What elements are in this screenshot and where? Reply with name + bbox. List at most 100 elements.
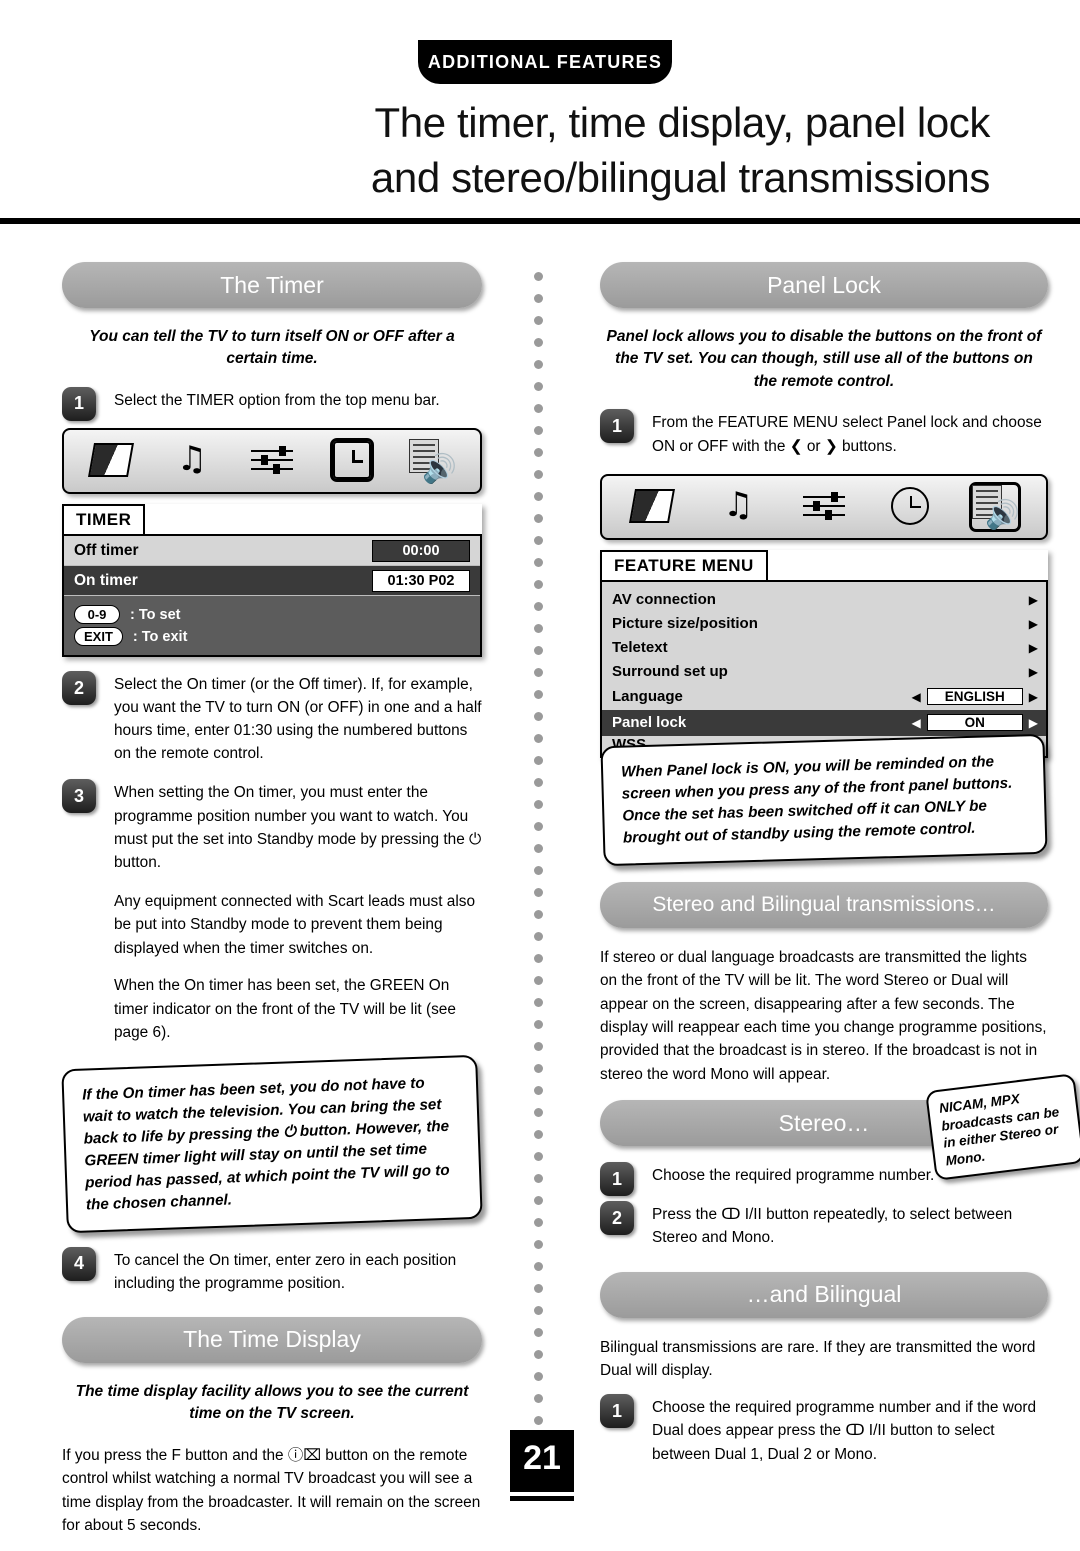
osd-row-off-timer[interactable]: Off timer 00:00 [64, 536, 480, 567]
panel-lock-callout-text: When Panel lock is ON, you will be remin… [620, 752, 1013, 847]
menu-item-label: Teletext [612, 639, 668, 657]
section-header-label: Panel Lock [767, 271, 881, 298]
menu-item-panel-lock[interactable]: Panel lock ◀ ON ▶ [602, 709, 1046, 736]
chevron-right-icon[interactable]: ▶ [1029, 690, 1038, 704]
osd-feature-menu: FEATURE MENU AV connection ▶ Picture siz… [600, 549, 1048, 758]
step-number: 1 [600, 1162, 634, 1197]
step-text: Press the ↀ I/II button repeatedly, to s… [652, 1206, 1013, 1247]
menu-item-label: Language [612, 688, 683, 706]
section-header-label: …and Bilingual [746, 1281, 902, 1308]
timer-paragraph-scart: Any equipment connected with Scart leads… [114, 892, 476, 957]
step-text: Select the TIMER option from the top men… [114, 391, 440, 409]
timer-callout: If the On timer has been set, you do not… [61, 1055, 483, 1234]
timer-step-2: 2 Select the On timer (or the Off timer)… [62, 671, 482, 765]
key-0-9: 0-9 [74, 605, 120, 625]
stereo-body: If stereo or dual language broadcasts ar… [600, 948, 1047, 1083]
bilingual-step-1: 1 Choose the required programme number a… [600, 1394, 1048, 1465]
osd-hint-text: : To set [130, 606, 181, 623]
right-column: Panel Lock Panel lock allows you to disa… [600, 262, 1048, 1482]
clock-icon [329, 438, 375, 483]
menu-item-label: AV connection [612, 591, 716, 609]
page-title-line2: and stereo/bilingual transmissions [370, 154, 990, 202]
section-header-time-display: The Time Display [62, 1316, 482, 1363]
timer-paragraph-green-indicator: When the On timer has been set, the GREE… [114, 977, 456, 1041]
sliders-icon [249, 439, 295, 483]
sliders-icon [801, 485, 847, 529]
timer-intro: You can tell the TV to turn itself ON or… [66, 326, 478, 371]
panel-lock-step-1: 1 From the FEATURE MENU select Panel loc… [600, 409, 1048, 457]
step-text: Choose the required programme number and… [652, 1399, 1037, 1463]
nicam-note-bubble: NICAM, MPX broadcasts can be in either S… [925, 1073, 1080, 1181]
step-text: When setting the On timer, you must ente… [114, 784, 482, 871]
section-header-bilingual: …and Bilingual [600, 1271, 1048, 1318]
section-tab-additional-features: ADDITIONAL FEATURES [418, 40, 672, 84]
section-header-label: Stereo and Bilingual transmissions… [652, 892, 996, 916]
page-number-rule [510, 1496, 574, 1501]
menu-item-language[interactable]: Language ◀ ENGLISH ▶ [602, 684, 1046, 710]
menu-item-av-connection[interactable]: AV connection ▶ [602, 588, 1046, 612]
menu-item-value: ON [926, 714, 1023, 732]
menu-item-label: Surround set up [612, 663, 728, 681]
feature-menu-icon: 🔊 [969, 481, 1022, 532]
time-display-body: If you press the F button and the ⓘ⌧ but… [62, 1446, 481, 1534]
bilingual-body: Bilingual transmissions are rare. If the… [600, 1338, 1036, 1379]
time-display-intro: The time display facility allows you to … [75, 1382, 469, 1423]
section-header-stereo-bilingual: Stereo and Bilingual transmissions… [600, 881, 1048, 928]
section-header-the-timer: The Timer [62, 262, 482, 308]
osd-row-on-timer[interactable]: On timer 01:30 P02 [64, 566, 480, 597]
osd-title: FEATURE MENU [600, 549, 768, 582]
step-number: 1 [600, 409, 634, 444]
page-number: 21 [510, 1430, 574, 1492]
timer-step-4: 4 To cancel the On timer, enter zero in … [62, 1246, 482, 1295]
osd-hint-text: : To exit [132, 628, 188, 645]
step-text: To cancel the On timer, enter zero in ea… [114, 1251, 457, 1292]
chevron-right-icon: ▶ [1028, 664, 1038, 679]
chevron-right-icon[interactable]: ▶ [1029, 716, 1038, 730]
menu-item-surround-set-up[interactable]: Surround set up ▶ [602, 660, 1046, 684]
section-header-label: The Time Display [183, 1326, 361, 1353]
chevron-left-icon[interactable]: ◀ [912, 716, 921, 730]
osd-hint-set: 0-9 : To set [74, 605, 470, 625]
menu-item-label: Panel lock [612, 714, 687, 732]
osd-body: Off timer 00:00 On timer 01:30 P02 0-9 :… [62, 534, 482, 658]
timer-step-3: 3 When setting the On timer, you must en… [62, 779, 482, 873]
section-header-panel-lock: Panel Lock [600, 262, 1048, 308]
sound-note-icon: ♫ [176, 439, 208, 480]
chevron-right-icon: ▶ [1028, 616, 1038, 631]
clock-icon [887, 485, 933, 529]
column-divider-dots [532, 272, 546, 1472]
timer-callout-text: If the On timer has been set, you do not… [81, 1075, 450, 1215]
page-title: The timer, time display, panel lock and … [100, 95, 990, 206]
osd-hint-exit: EXIT : To exit [74, 627, 470, 647]
page-title-line1: The timer, time display, panel lock [374, 99, 991, 146]
step-number: 2 [600, 1201, 634, 1236]
header-rule [0, 218, 1080, 224]
section-header-label: The Timer [220, 271, 324, 298]
menu-item-teletext[interactable]: Teletext ▶ [602, 636, 1046, 660]
step-number: 4 [62, 1246, 96, 1281]
panel-lock-intro: Panel lock allows you to disable the but… [606, 328, 1042, 390]
osd-row-label: Off timer [74, 541, 139, 559]
osd-row-value: 01:30 P02 [372, 569, 470, 592]
nicam-note-text: NICAM, MPX broadcasts can be in either S… [938, 1091, 1060, 1169]
tv-menu-bar-timer: ♫ 🔊 [62, 428, 482, 495]
menu-item-label: Picture size/position [612, 615, 758, 633]
menu-item-picture-size-position[interactable]: Picture size/position ▶ [602, 612, 1046, 636]
osd-title: TIMER [62, 504, 146, 537]
feature-menu-icon: 🔊 [409, 439, 457, 485]
chevron-right-icon: ▶ [1028, 640, 1038, 655]
timer-step-1: 1 Select the TIMER option from the top m… [62, 386, 482, 421]
key-exit: EXIT [74, 627, 123, 647]
left-column: The Timer You can tell the TV to turn it… [61, 262, 483, 1551]
step-number: 1 [600, 1394, 634, 1429]
chevron-left-icon[interactable]: ◀ [912, 690, 921, 704]
step-number: 1 [62, 386, 96, 421]
panel-lock-callout: When Panel lock is ON, you will be remin… [600, 733, 1048, 866]
page-number-value: 21 [523, 1439, 561, 1477]
step-number: 3 [62, 779, 96, 814]
osd-row-label: On timer [74, 571, 138, 589]
contrast-icon [628, 485, 676, 529]
contrast-icon [88, 439, 135, 483]
osd-body: AV connection ▶ Picture size/position ▶ … [600, 579, 1048, 758]
stereo-step-2: 2 Press the ↀ I/II button repeatedly, to… [600, 1201, 1048, 1249]
